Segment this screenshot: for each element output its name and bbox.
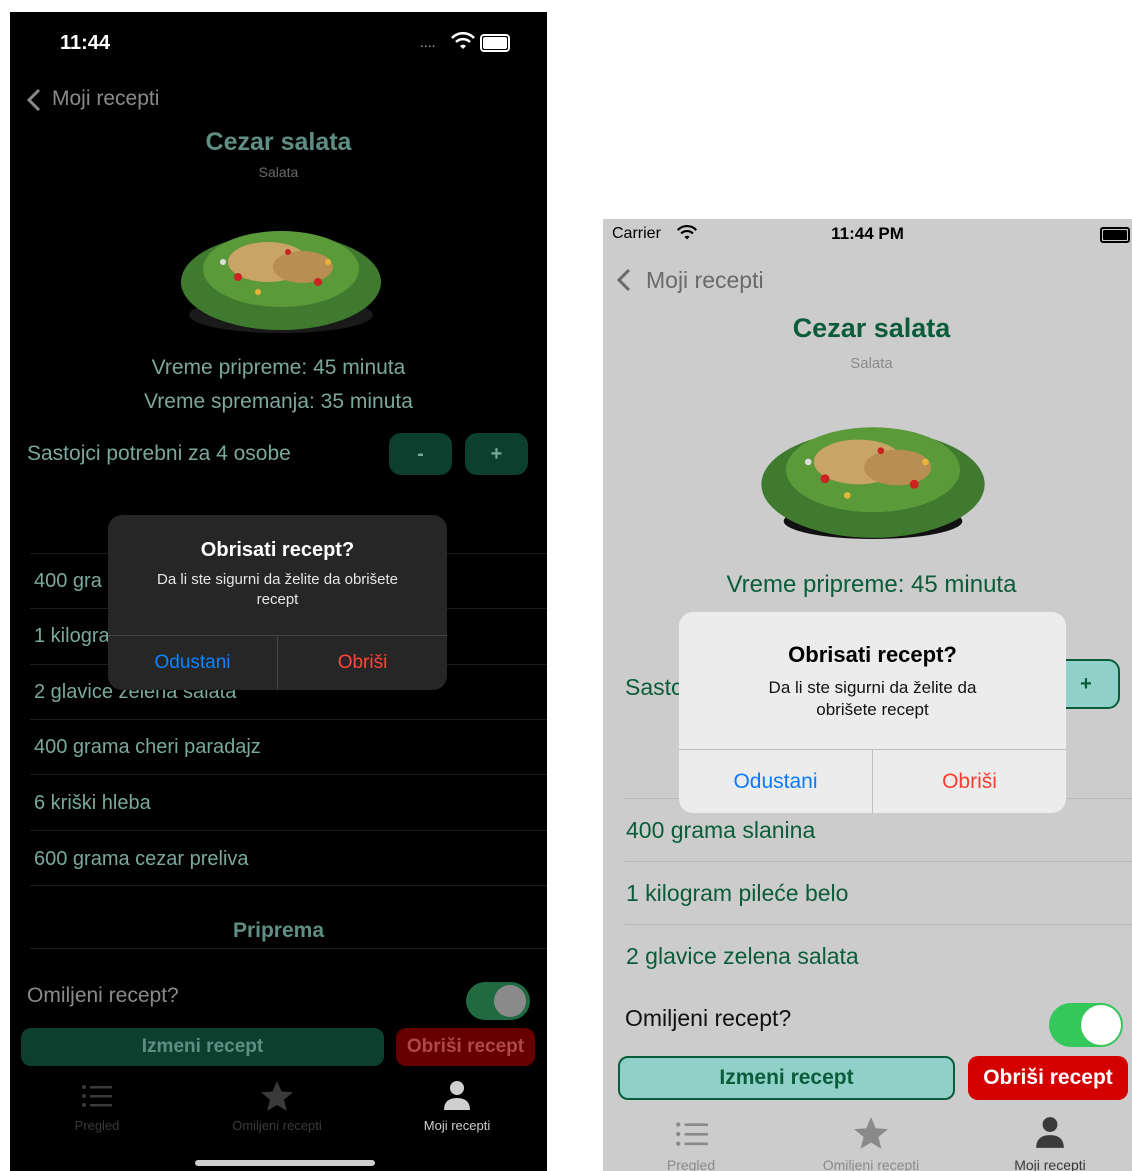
ingredient-item: 1 kilogram pileće belo <box>626 880 849 906</box>
alert-title: Obrisati recept? <box>788 642 957 667</box>
divider <box>30 885 547 886</box>
tab-omiljeni-recepti[interactable]: Omiljeni recepti <box>801 1157 941 1171</box>
tab-moji-recepti[interactable]: Moji recepti <box>1000 1157 1100 1171</box>
alert-title: Obrisati recept? <box>200 539 355 561</box>
ingredient-item: 2 glavice zelena salata <box>626 943 859 969</box>
alert-message: Da li ste sigurni da želite da obrišete … <box>768 678 977 719</box>
ingredient-item: 600 grama cezar preliva <box>34 848 249 870</box>
wifi-icon <box>451 32 475 49</box>
star-icon[interactable] <box>260 1080 294 1112</box>
ingredient-item: 6 kriški hleba <box>34 792 151 814</box>
alert-confirm-button[interactable]: Obriši <box>278 636 447 690</box>
ingredient-item: 400 grama cheri paradajz <box>34 736 261 758</box>
increase-servings-button[interactable]: + <box>465 433 528 475</box>
recipe-title: Cezar salata <box>792 313 951 343</box>
recipe-category: Salata <box>258 164 299 180</box>
battery-icon <box>1100 227 1130 243</box>
decrease-servings-button[interactable]: - <box>389 433 452 475</box>
tab-pregled[interactable]: Pregled <box>47 1118 147 1133</box>
alert-confirm-button[interactable]: Obriši <box>873 750 1066 813</box>
favorite-toggle[interactable] <box>1049 1003 1123 1047</box>
person-icon[interactable] <box>1035 1116 1065 1150</box>
status-time: 11:44 <box>60 32 111 54</box>
recipe-category: Salata <box>850 355 893 372</box>
tab-pregled[interactable]: Pregled <box>641 1157 741 1171</box>
favorite-label: Omiljeni recept? <box>625 1005 792 1031</box>
ingredient-item: 400 grama slanina <box>626 817 816 843</box>
delete-confirmation-alert: Obrisati recept? Da li ste sigurni da že… <box>108 515 447 690</box>
recipe-image <box>181 231 381 333</box>
divider <box>625 924 1132 925</box>
recipe-title: Cezar salata <box>205 128 352 156</box>
servings-label: Sastc <box>625 674 683 700</box>
divider <box>30 830 547 831</box>
person-icon[interactable] <box>443 1080 471 1112</box>
alert-cancel-button[interactable]: Odustani <box>108 636 277 690</box>
ingredient-item: 1 kilogra <box>34 625 110 647</box>
servings-label: Sastojci potrebni za 4 osobe <box>27 442 291 465</box>
tab-omiljeni-recepti[interactable]: Omiljeni recepti <box>207 1118 347 1133</box>
list-icon[interactable] <box>675 1119 709 1149</box>
battery-icon <box>480 34 510 52</box>
alert-message: Da li ste sigurni da želite da obrišete … <box>157 571 398 608</box>
divider <box>625 861 1132 862</box>
edit-recipe-button[interactable]: Izmeni recept <box>618 1056 955 1100</box>
signal-dots: .... <box>420 34 436 50</box>
chevron-left-icon[interactable] <box>616 268 632 292</box>
prep-time: Vreme pripreme: 45 minuta <box>151 356 406 379</box>
divider <box>30 719 547 720</box>
divider <box>30 948 547 949</box>
list-icon[interactable] <box>81 1082 113 1110</box>
ingredient-item: 400 gra <box>34 570 102 592</box>
delete-recipe-button[interactable]: Obriši recept <box>396 1028 535 1066</box>
prep-time: Vreme pripreme: 45 minuta <box>726 571 1017 598</box>
favorite-label: Omiljeni recept? <box>27 984 179 1007</box>
back-button[interactable]: Moji recepti <box>646 267 764 294</box>
delete-recipe-button[interactable]: Obriši recept <box>968 1056 1128 1100</box>
back-button[interactable]: Moji recepti <box>52 87 159 111</box>
divider <box>30 774 547 775</box>
tab-moji-recepti[interactable]: Moji recepti <box>407 1118 507 1133</box>
dark-phone-screen: 11:44 .... Moji recepti Cezar salata Sal… <box>10 12 547 1171</box>
section-preparation: Priprema <box>232 919 325 942</box>
cook-time: Vreme spremanja: 35 minuta <box>144 390 413 413</box>
edit-recipe-button[interactable]: Izmeni recept <box>21 1028 384 1066</box>
home-indicator <box>195 1160 375 1166</box>
light-phone-screen: Carrier 11:44 PM Moji recepti Cezar sala… <box>603 219 1132 1171</box>
recipe-image <box>761 427 985 539</box>
favorite-toggle[interactable] <box>466 982 530 1020</box>
chevron-left-icon[interactable] <box>26 88 42 112</box>
delete-confirmation-alert: Obrisati recept? Da li ste sigurni da že… <box>679 612 1066 813</box>
status-time: 11:44 PM <box>831 224 904 243</box>
star-icon[interactable] <box>853 1116 889 1150</box>
alert-cancel-button[interactable]: Odustani <box>679 750 872 813</box>
